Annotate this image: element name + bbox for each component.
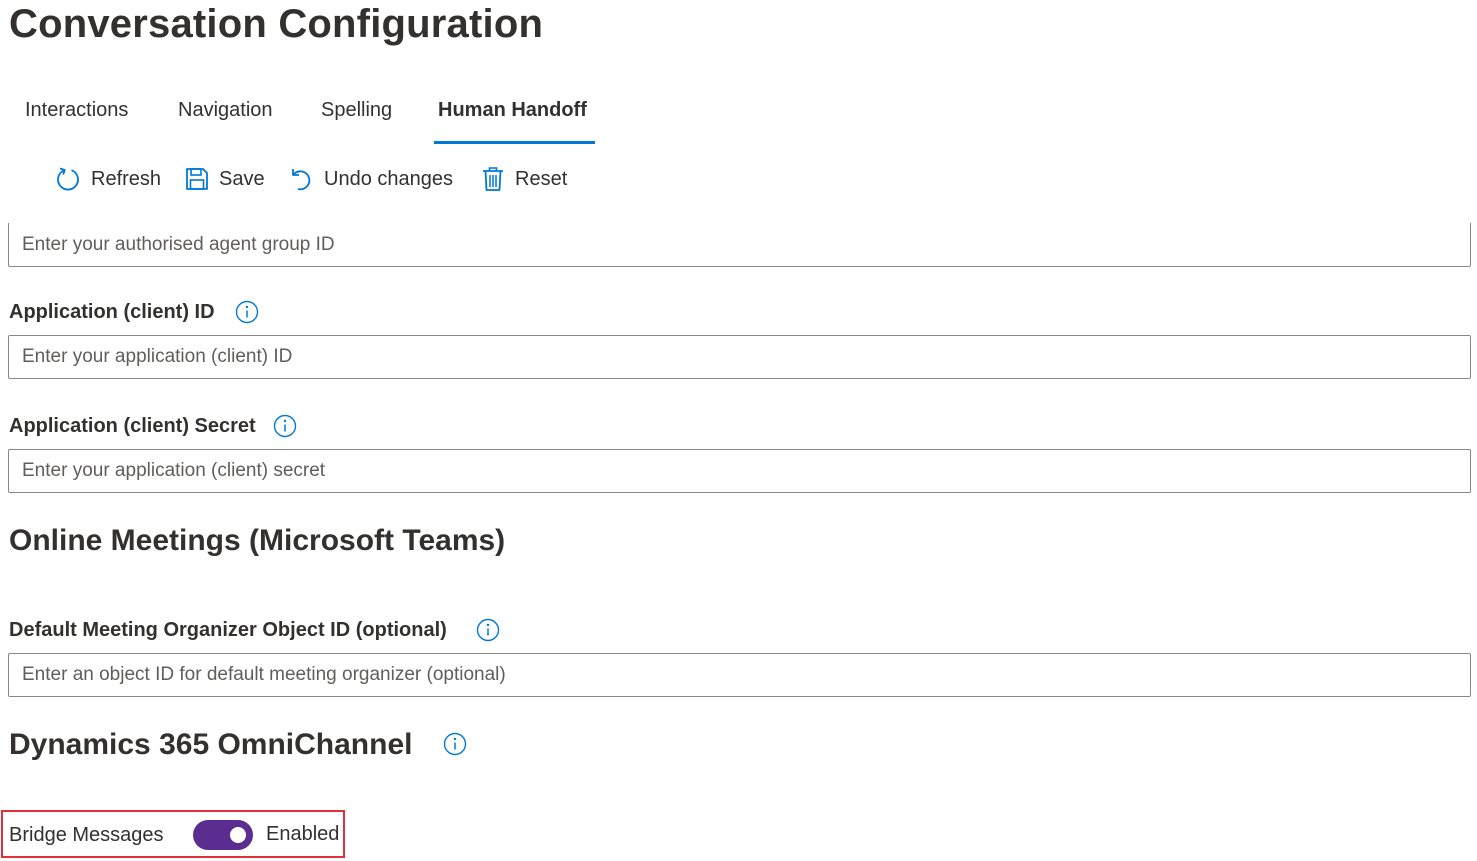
refresh-label: Refresh [91,167,162,190]
save-icon [185,167,209,191]
undo-icon [288,166,314,192]
online-meetings-heading: Online Meetings (Microsoft Teams) [9,524,506,557]
info-icon[interactable] [273,414,297,438]
tab-human-handoff[interactable]: Human Handoff [438,99,587,122]
save-button[interactable]: Save [185,163,265,195]
reset-button[interactable]: Reset [481,163,567,195]
undo-changes-button[interactable]: Undo changes [288,163,453,195]
info-icon[interactable] [443,732,467,756]
bridge-messages-toggle[interactable] [193,820,253,850]
client-secret-label: Application (client) Secret [9,415,256,437]
meeting-organizer-input[interactable] [8,653,1471,697]
undo-label: Undo changes [324,167,453,190]
refresh-icon [55,166,81,192]
tab-interactions[interactable]: Interactions [25,99,128,122]
reset-label: Reset [515,167,568,190]
refresh-button[interactable]: Refresh [55,163,161,195]
client-secret-input[interactable] [8,449,1471,493]
meeting-organizer-label: Default Meeting Organizer Object ID (opt… [9,619,447,641]
omnichannel-heading: Dynamics 365 OmniChannel [9,728,413,761]
client-id-label: Application (client) ID [9,301,215,323]
info-icon[interactable] [235,300,259,324]
delete-icon [481,166,505,192]
bridge-messages-state: Enabled [266,823,340,845]
client-id-input[interactable] [8,335,1471,379]
info-icon[interactable] [476,618,500,642]
agent-group-id-input[interactable] [8,223,1471,267]
active-tab-indicator [434,141,595,144]
toggle-knob [230,827,246,843]
page-title: Conversation Configuration [9,2,544,46]
bridge-messages-label: Bridge Messages [9,824,164,846]
tab-navigation[interactable]: Navigation [178,99,273,122]
tab-spelling[interactable]: Spelling [321,99,392,122]
save-label: Save [219,167,265,190]
